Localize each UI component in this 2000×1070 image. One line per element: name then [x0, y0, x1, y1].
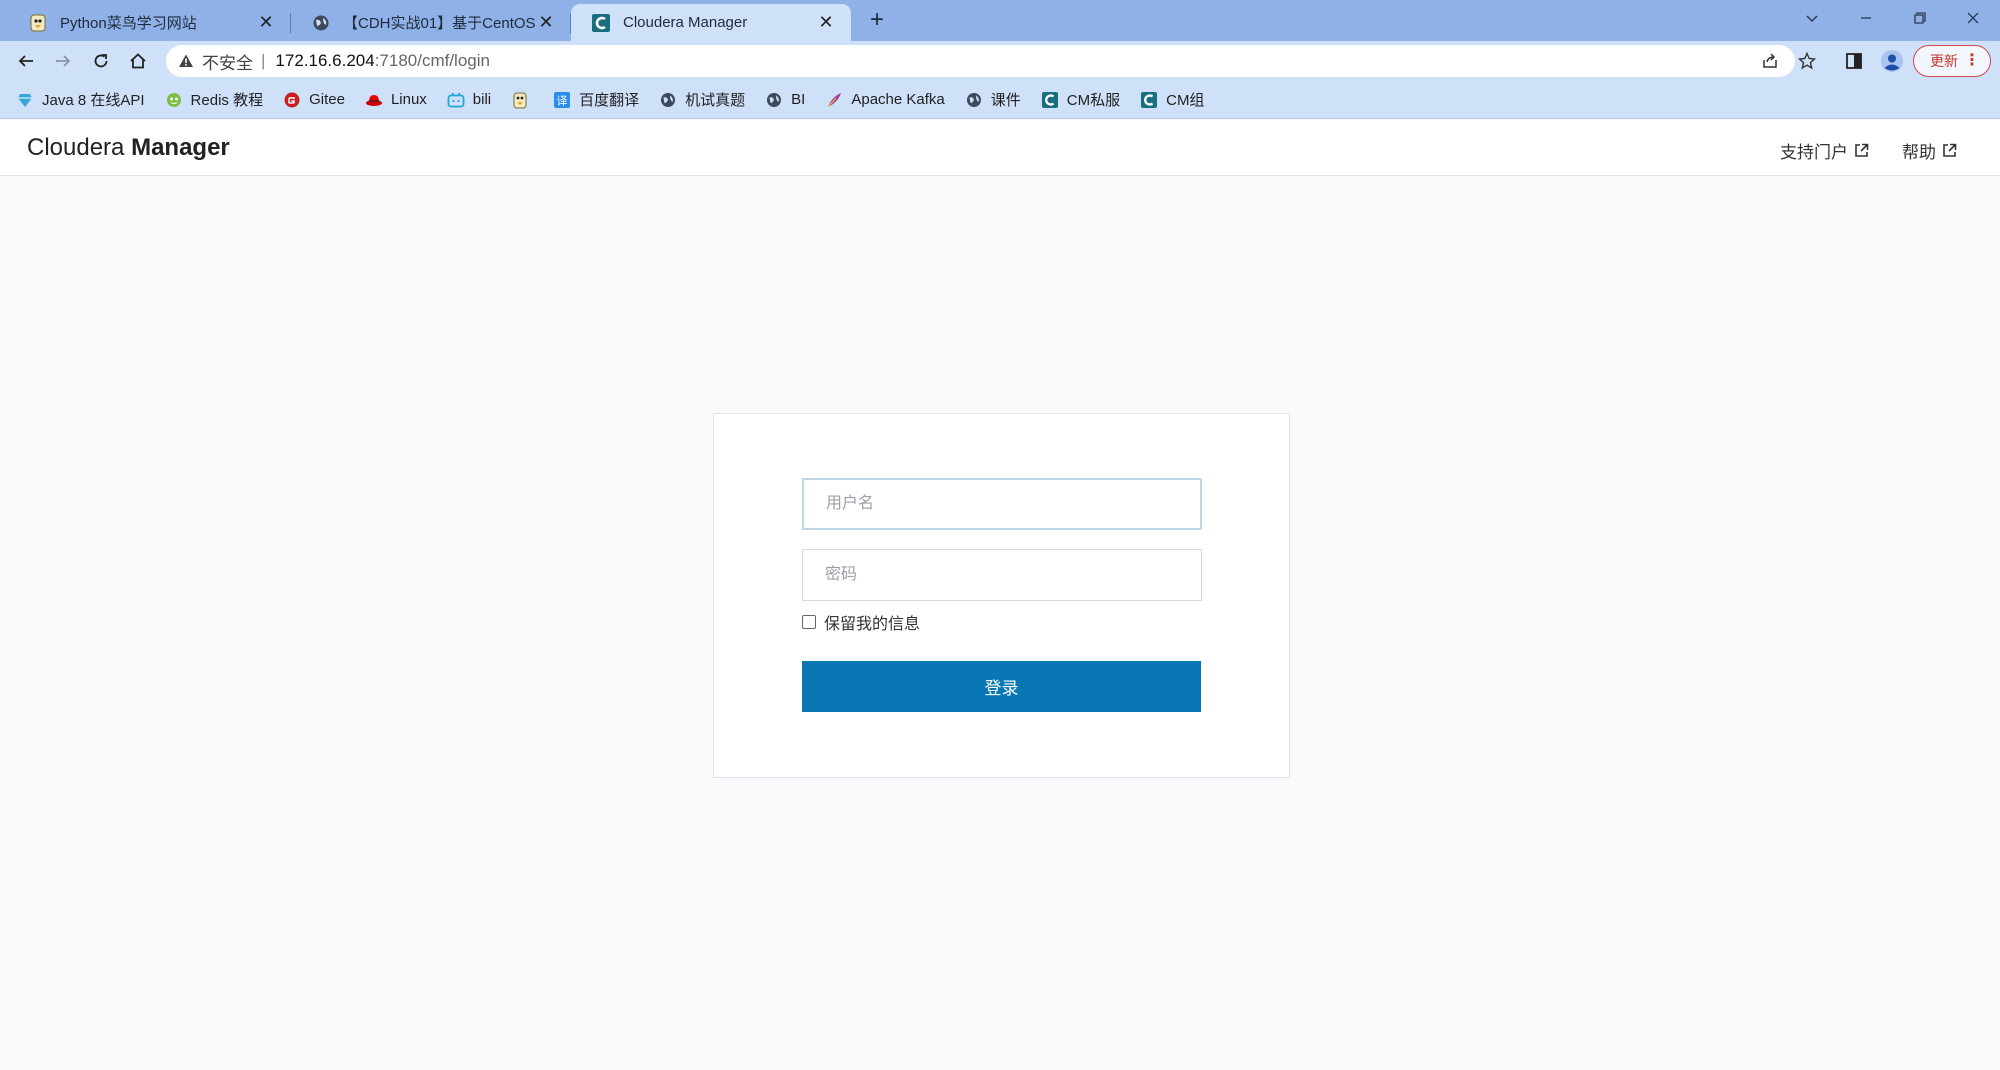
globe-icon [765, 91, 783, 109]
bookmark-gitee[interactable]: Gitee [283, 91, 345, 109]
help-label: 帮助 [1902, 143, 1936, 162]
remember-me-checkbox[interactable] [802, 615, 816, 629]
bilibili-icon [447, 91, 465, 109]
bookmark-apache-kafka[interactable]: Apache Kafka [825, 91, 945, 109]
login-button[interactable]: 登录 [802, 661, 1201, 712]
forward-icon[interactable] [49, 47, 77, 75]
close-window-icon[interactable] [1953, 4, 1993, 32]
new-tab-button[interactable]: + [864, 8, 890, 34]
bookmark-cm-private[interactable]: CM私服 [1041, 89, 1120, 110]
warning-triangle-icon[interactable] [178, 53, 194, 69]
redhat-icon [365, 91, 383, 109]
tab-cdh-article[interactable]: 【CDH实战01】基于CentOS7的 ✕ [291, 4, 571, 41]
username-input[interactable] [802, 478, 1202, 530]
bookmark-label: Apache Kafka [851, 91, 945, 108]
bookmark-label: 课件 [990, 92, 1021, 109]
tab-cloudera-manager[interactable]: Cloudera Manager ✕ [571, 4, 851, 41]
python-bird-icon [28, 13, 48, 33]
security-status[interactable]: 不安全 [202, 49, 253, 74]
bookmark-redis[interactable]: Redis 教程 [165, 89, 264, 110]
reload-icon[interactable] [87, 47, 115, 75]
brand-name-bold: Manager [131, 134, 230, 161]
tab-title: 【CDH实战01】基于CentOS7的 [343, 15, 535, 32]
tab-title: Cloudera Manager [623, 14, 748, 31]
bookmark-java-api[interactable]: Java 8 在线API [16, 89, 145, 110]
redis-icon [165, 91, 183, 109]
bookmark-baidu-translate[interactable]: 译 百度翻译 [553, 89, 639, 110]
address-bar[interactable]: 不安全 | 172.16.6.204:7180/cmf/login [166, 45, 1795, 77]
bookmark-label: CM组 [1166, 92, 1205, 109]
python-bird-icon [511, 91, 529, 109]
java-gem-icon [16, 91, 34, 109]
bookmark-label: Redis 教程 [190, 92, 264, 109]
globe-icon [965, 91, 983, 109]
tab-title: Python菜鸟学习网站 [60, 15, 197, 32]
globe-icon [311, 13, 331, 33]
bookmark-linux[interactable]: Linux [365, 91, 427, 109]
bookmark-cm-group[interactable]: CM组 [1140, 89, 1204, 110]
svg-text:译: 译 [557, 94, 568, 107]
update-button[interactable]: 更新 ⋮ [1913, 45, 1991, 77]
close-icon[interactable]: ✕ [535, 12, 557, 34]
external-link-icon [1943, 143, 1957, 157]
remember-me-label: 保留我的信息 [824, 616, 921, 633]
url-host[interactable]: 172.16.6.204 [275, 51, 374, 71]
bookmark-label: CM私服 [1066, 92, 1121, 109]
restore-icon[interactable] [1900, 4, 1940, 32]
close-icon[interactable]: ✕ [255, 12, 277, 34]
cloudera-c-icon [1140, 91, 1158, 109]
bookmark-label: Gitee [309, 91, 345, 108]
support-portal-label: 支持门户 [1780, 143, 1848, 162]
external-link-icon [1855, 143, 1869, 157]
cloudera-c-icon [1041, 91, 1059, 109]
brand-name-light: Cloudera [27, 134, 125, 161]
browser-toolbar: 不安全 | 172.16.6.204:7180/cmf/login 更新 ⋮ [0, 41, 2000, 81]
tab-python-site[interactable]: Python菜鸟学习网站 ✕ [8, 4, 291, 41]
back-icon[interactable] [12, 47, 40, 75]
side-panel-icon[interactable] [1840, 47, 1868, 75]
bookmark-label: BI [791, 91, 806, 108]
bookmark-python-bird[interactable] [511, 91, 537, 109]
bookmark-bi[interactable]: BI [765, 91, 805, 109]
bookmarks-bar: Java 8 在线API Redis 教程 Gitee Linux bili 译… [0, 81, 2000, 119]
update-label: 更新 [1930, 53, 1958, 69]
password-input[interactable] [802, 549, 1202, 601]
bookmark-courseware[interactable]: 课件 [965, 89, 1021, 110]
url-path[interactable]: :7180/cmf/login [375, 51, 490, 71]
bookmark-star-icon[interactable] [1793, 47, 1821, 75]
menu-dots-icon[interactable]: ⋮ [1964, 50, 1980, 72]
tab-strip: Python菜鸟学习网站 ✕ 【CDH实战01】基于CentOS7的 ✕ Clo… [0, 0, 2000, 41]
bookmark-label: 百度翻译 [579, 92, 640, 109]
globe-icon [659, 91, 677, 109]
support-portal-link[interactable]: 支持门户 [1780, 138, 1869, 163]
bookmark-label: Java 8 在线API [42, 92, 145, 109]
bookmark-label: Linux [390, 91, 427, 108]
remember-me[interactable]: 保留我的信息 [802, 610, 920, 634]
kafka-feather-icon [825, 91, 843, 109]
cloudera-c-icon [591, 13, 611, 33]
minimize-icon[interactable] [1846, 4, 1886, 32]
address-separator: | [261, 51, 266, 70]
login-panel: 保留我的信息 登录 [713, 413, 1290, 778]
profile-avatar-icon[interactable] [1878, 47, 1906, 75]
close-icon[interactable]: ✕ [815, 12, 837, 34]
bookmark-label: 机试真题 [685, 92, 746, 109]
app-header: Cloudera Manager 支持门户 帮助 [0, 120, 2000, 176]
translate-icon: 译 [553, 91, 571, 109]
help-link[interactable]: 帮助 [1902, 138, 1957, 163]
tab-search-chevron-icon[interactable] [1792, 4, 1832, 32]
share-icon[interactable] [1756, 47, 1784, 75]
brand-logo[interactable]: Cloudera Manager [27, 134, 230, 162]
bookmark-label: bili [472, 91, 492, 108]
home-icon[interactable] [124, 47, 152, 75]
bookmark-exam-questions[interactable]: 机试真题 [659, 89, 745, 110]
gitee-icon [283, 91, 301, 109]
bookmark-bili[interactable]: bili [447, 91, 491, 109]
